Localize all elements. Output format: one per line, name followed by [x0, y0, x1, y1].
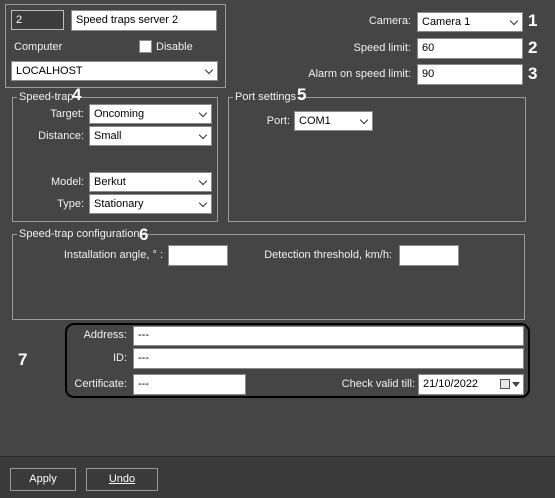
disable-checkbox[interactable] [139, 40, 152, 53]
id-field[interactable]: 2 [11, 10, 64, 30]
callout-7: 7 [18, 350, 28, 369]
chevron-down-icon [198, 176, 208, 186]
callout-5: 5 [297, 85, 307, 104]
speed-limit-label: Speed limit: [353, 42, 411, 54]
device-id-field[interactable]: --- [133, 348, 524, 369]
certificate-label: Certificate: [74, 378, 127, 390]
type-select-value: Stationary [94, 198, 144, 210]
undo-button[interactable]: Undo [86, 468, 158, 491]
alarm-label: Alarm on speed limit: [308, 68, 411, 80]
name-field[interactable]: Speed traps server 2 [71, 10, 217, 31]
distance-select[interactable]: Small [89, 126, 212, 146]
callout-3: 3 [528, 64, 538, 83]
camera-select-value: Camera 1 [422, 16, 471, 28]
callout-4: 4 [72, 85, 82, 104]
type-select[interactable]: Stationary [89, 194, 212, 214]
address-field[interactable]: --- [133, 326, 524, 346]
angle-field[interactable] [168, 245, 228, 266]
computer-select[interactable]: LOCALHOST [11, 61, 218, 81]
chevron-down-icon [359, 115, 369, 125]
chevron-down-icon [198, 198, 208, 208]
apply-button[interactable]: Apply [10, 468, 76, 491]
disable-label: Disable [156, 41, 193, 53]
chevron-down-icon [198, 108, 208, 118]
port-select-value: COM1 [299, 115, 331, 127]
footer-bar [0, 456, 555, 498]
speed-trap-legend: Speed-trap [17, 91, 76, 103]
model-select[interactable]: Berkut [89, 172, 212, 192]
callout-6: 6 [139, 225, 149, 244]
model-label: Model: [50, 176, 84, 188]
target-select-value: Oncoming [94, 108, 145, 120]
target-select[interactable]: Oncoming [89, 104, 212, 124]
chevron-down-icon [198, 130, 208, 140]
target-label: Target: [50, 108, 84, 120]
angle-label: Installation angle, ° : [63, 249, 163, 261]
camera-select[interactable]: Camera 1 [417, 12, 523, 32]
alarm-field[interactable]: 90 [417, 64, 523, 85]
configuration-legend: Speed-trap configuration [17, 228, 142, 240]
computer-select-value: LOCALHOST [16, 65, 83, 77]
type-label: Type: [57, 198, 84, 210]
check-valid-date-value: 21/10/2022 [423, 378, 479, 390]
chevron-down-icon [204, 65, 214, 75]
id-label: ID: [112, 352, 127, 364]
threshold-field[interactable] [399, 245, 459, 266]
camera-label: Camera: [368, 15, 411, 27]
model-select-value: Berkut [94, 176, 126, 188]
port-settings-legend: Port settings [233, 91, 299, 103]
port-select[interactable]: COM1 [294, 111, 373, 131]
threshold-label: Detection threshold, km/h: [264, 249, 392, 261]
chevron-down-icon[interactable] [512, 382, 520, 387]
check-valid-label: Check valid till: [341, 378, 415, 390]
chevron-down-icon [509, 16, 519, 26]
check-valid-date-field[interactable]: 21/10/2022 [418, 374, 524, 395]
calendar-icon[interactable] [500, 379, 510, 389]
certificate-field[interactable]: --- [133, 374, 246, 395]
distance-select-value: Small [94, 130, 122, 142]
callout-2: 2 [528, 38, 538, 57]
address-label: Address: [83, 329, 127, 341]
port-label: Port: [266, 115, 290, 127]
callout-1: 1 [528, 11, 538, 30]
speed-limit-field[interactable]: 60 [417, 38, 523, 59]
computer-label: Computer [14, 41, 63, 53]
distance-label: Distance: [38, 130, 84, 142]
